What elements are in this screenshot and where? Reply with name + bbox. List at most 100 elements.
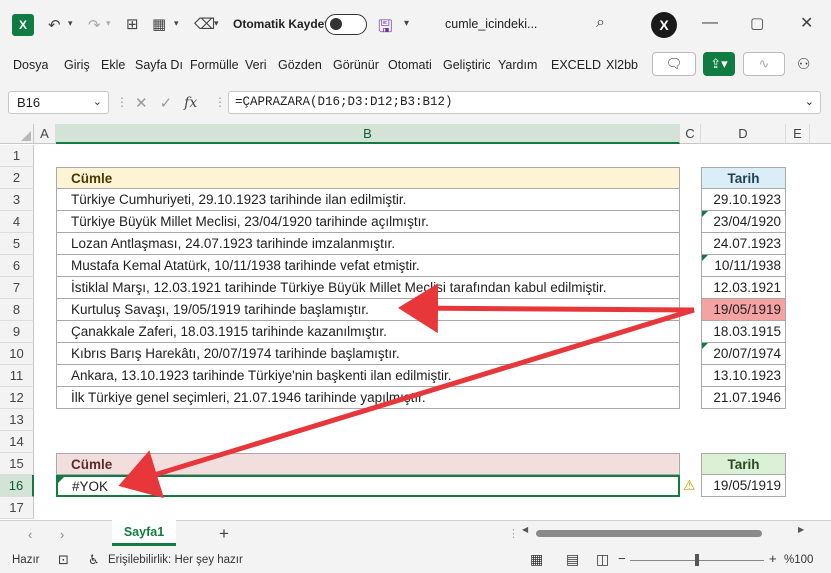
row-header-13[interactable]: 13 <box>0 409 34 431</box>
undo-icon[interactable]: ↶ <box>48 16 61 34</box>
accessibility-status[interactable]: Erişilebilirlik: Her şey hazır <box>108 554 243 566</box>
table1-cumle-cell[interactable]: Türkiye Cumhuriyeti, 29.10.1923 tarihind… <box>56 189 680 211</box>
row-header-10[interactable]: 10 <box>0 343 34 365</box>
row-header-15[interactable]: 15 <box>0 453 34 475</box>
table1-tarih-cell[interactable]: 12.03.1921 <box>701 277 786 299</box>
add-sheet-button[interactable]: + <box>219 524 229 544</box>
copilot-button[interactable]: ∿ <box>743 52 785 76</box>
row-header-9[interactable]: 9 <box>0 321 34 343</box>
grid-icon[interactable]: ▦ <box>152 15 166 33</box>
row-header-8[interactable]: 8 <box>0 299 34 321</box>
table1-cumle-cell[interactable]: Kurtuluş Savaşı, 19/05/1919 tarihinde ba… <box>56 299 680 321</box>
row-header-7[interactable]: 7 <box>0 277 34 299</box>
table-icon[interactable]: ⊞ <box>126 15 139 33</box>
search-icon[interactable]: ⌕ <box>596 14 605 32</box>
redo-icon[interactable]: ↷ <box>88 16 101 34</box>
tab-sayfa-duzeni[interactable]: Sayfa Dı <box>135 58 183 72</box>
table1-tarih-cell[interactable]: 10/11/1938 <box>701 255 786 277</box>
undo-dropdown-icon[interactable]: ▾ <box>68 18 73 29</box>
name-box[interactable]: B16 ⌄ <box>8 91 109 114</box>
table1-tarih-cell[interactable]: 19/05/1919 <box>701 299 786 321</box>
page-layout-view-icon[interactable]: ▤ <box>566 551 579 568</box>
warning-icon[interactable]: ⚠ <box>683 477 699 493</box>
tab-exceld[interactable]: EXCELD <box>551 58 601 72</box>
close-icon[interactable]: ✕ <box>800 13 813 33</box>
accessibility-icon[interactable]: ♿ <box>88 552 100 568</box>
minimize-icon[interactable]: — <box>702 14 718 32</box>
file-name[interactable]: cumle_icindeki... <box>445 17 537 31</box>
expand-formula-icon[interactable]: ⌄ <box>805 95 814 108</box>
table1-cumle-cell[interactable]: Çanakkale Zaferi, 18.03.1915 tarihinde k… <box>56 321 680 343</box>
formula-input[interactable]: =ÇAPRAZARA(D16;D3:D12;B3:B12) ⌄ <box>228 91 821 114</box>
select-all-corner[interactable] <box>0 124 34 144</box>
table1-tarih-cell[interactable]: 13.10.1923 <box>701 365 786 387</box>
cancel-icon[interactable]: ✕ <box>135 94 148 112</box>
row-header-1[interactable]: 1 <box>0 145 34 167</box>
row-header-16[interactable]: 16 <box>0 475 34 497</box>
tab-ekle[interactable]: Ekle <box>101 58 125 72</box>
column-header-b[interactable]: B <box>56 124 680 144</box>
tab-dosya[interactable]: Dosya <box>13 58 48 72</box>
table1-tarih-cell[interactable]: 29.10.1923 <box>701 189 786 211</box>
row-header-6[interactable]: 6 <box>0 255 34 277</box>
table1-cumle-cell[interactable]: Ankara, 13.10.1923 tarihinde Türkiye'nin… <box>56 365 680 387</box>
table1-header-cumle[interactable]: Cümle <box>56 167 680 189</box>
tab-veri[interactable]: Veri <box>245 58 267 72</box>
zoom-in-icon[interactable]: + <box>769 551 777 566</box>
table2-header-tarih[interactable]: Tarih <box>701 453 786 475</box>
table1-cumle-cell[interactable]: Kıbrıs Barış Harekâtı, 20/07/1974 tarihi… <box>56 343 680 365</box>
row-header-14[interactable]: 14 <box>0 431 34 453</box>
row-header-3[interactable]: 3 <box>0 189 34 211</box>
row-header-2[interactable]: 2 <box>0 167 34 189</box>
table1-cumle-cell[interactable]: İstiklal Marşı, 12.03.1921 tarihinde Tür… <box>56 277 680 299</box>
column-header-e[interactable]: E <box>786 124 810 144</box>
chevron-down-icon[interactable]: ⌄ <box>93 95 102 108</box>
zoom-slider-thumb[interactable] <box>695 554 699 566</box>
row-header-4[interactable]: 4 <box>0 211 34 233</box>
table1-tarih-cell[interactable]: 18.03.1915 <box>701 321 786 343</box>
tab-formuller[interactable]: Formülle <box>190 58 239 72</box>
table1-tarih-cell[interactable]: 23/04/1920 <box>701 211 786 233</box>
row-header-12[interactable]: 12 <box>0 387 34 409</box>
table1-cumle-cell[interactable]: Türkiye Büyük Millet Meclisi, 23/04/1920… <box>56 211 680 233</box>
comments-button[interactable]: 🗨 <box>652 52 696 76</box>
addin-logo-icon[interactable]: X <box>651 12 677 38</box>
normal-view-icon[interactable]: ▦ <box>530 551 543 568</box>
share-button[interactable]: ⇪▾ <box>703 52 735 76</box>
horizontal-scrollbar[interactable]: ◀ ▶ <box>522 525 814 538</box>
page-break-view-icon[interactable]: ◫ <box>596 551 609 568</box>
row-header-11[interactable]: 11 <box>0 365 34 387</box>
clear-dropdown-icon[interactable]: ▾ <box>214 18 219 29</box>
table1-cumle-cell[interactable]: İlk Türkiye genel seçimleri, 21.07.1946 … <box>56 387 680 409</box>
grid-dropdown-icon[interactable]: ▾ <box>174 18 179 29</box>
sheet-tab-sayfa1[interactable]: Sayfa1 <box>112 520 176 546</box>
feedback-icon[interactable]: ⚇ <box>797 55 810 73</box>
table1-cumle-cell[interactable]: Mustafa Kemal Atatürk, 10/11/1938 tarihi… <box>56 255 680 277</box>
column-header-c[interactable]: C <box>680 124 701 144</box>
scroll-left-icon[interactable]: ◀ <box>522 525 528 534</box>
save-dropdown-icon[interactable]: ▾ <box>404 18 409 29</box>
table1-cumle-cell[interactable]: Lozan Antlaşması, 24.07.1923 tarihinde i… <box>56 233 680 255</box>
confirm-icon[interactable]: ✓ <box>160 94 173 112</box>
zoom-out-icon[interactable]: − <box>618 551 626 566</box>
tab-yardim[interactable]: Yardım <box>498 58 537 72</box>
clear-format-icon[interactable]: ⌫ <box>194 15 215 33</box>
column-header-d[interactable]: D <box>701 124 786 144</box>
table2-header-cumle[interactable]: Cümle <box>56 453 680 475</box>
prev-sheet-icon[interactable]: ‹ <box>28 527 32 542</box>
row-header-17[interactable]: 17 <box>0 497 34 519</box>
insert-function-icon[interactable]: fx <box>184 95 197 111</box>
row-header-5[interactable]: 5 <box>0 233 34 255</box>
autosave-toggle[interactable] <box>325 14 367 35</box>
maximize-icon[interactable]: ▢ <box>750 14 764 32</box>
scroll-right-icon[interactable]: ▶ <box>798 525 804 534</box>
lookup-date-cell-d16[interactable]: 19/05/1919 <box>701 475 786 497</box>
tab-otomatiklestir[interactable]: Otomati <box>388 58 436 72</box>
tab-xl2bb[interactable]: Xl2bb <box>606 58 638 72</box>
table1-tarih-cell[interactable]: 21.07.1946 <box>701 387 786 409</box>
next-sheet-icon[interactable]: › <box>60 527 64 542</box>
tab-gorunum[interactable]: Görünür <box>333 58 384 72</box>
scrollbar-thumb[interactable] <box>536 530 762 537</box>
table1-header-tarih[interactable]: Tarih <box>701 167 786 189</box>
zoom-level[interactable]: %100 <box>784 554 813 566</box>
